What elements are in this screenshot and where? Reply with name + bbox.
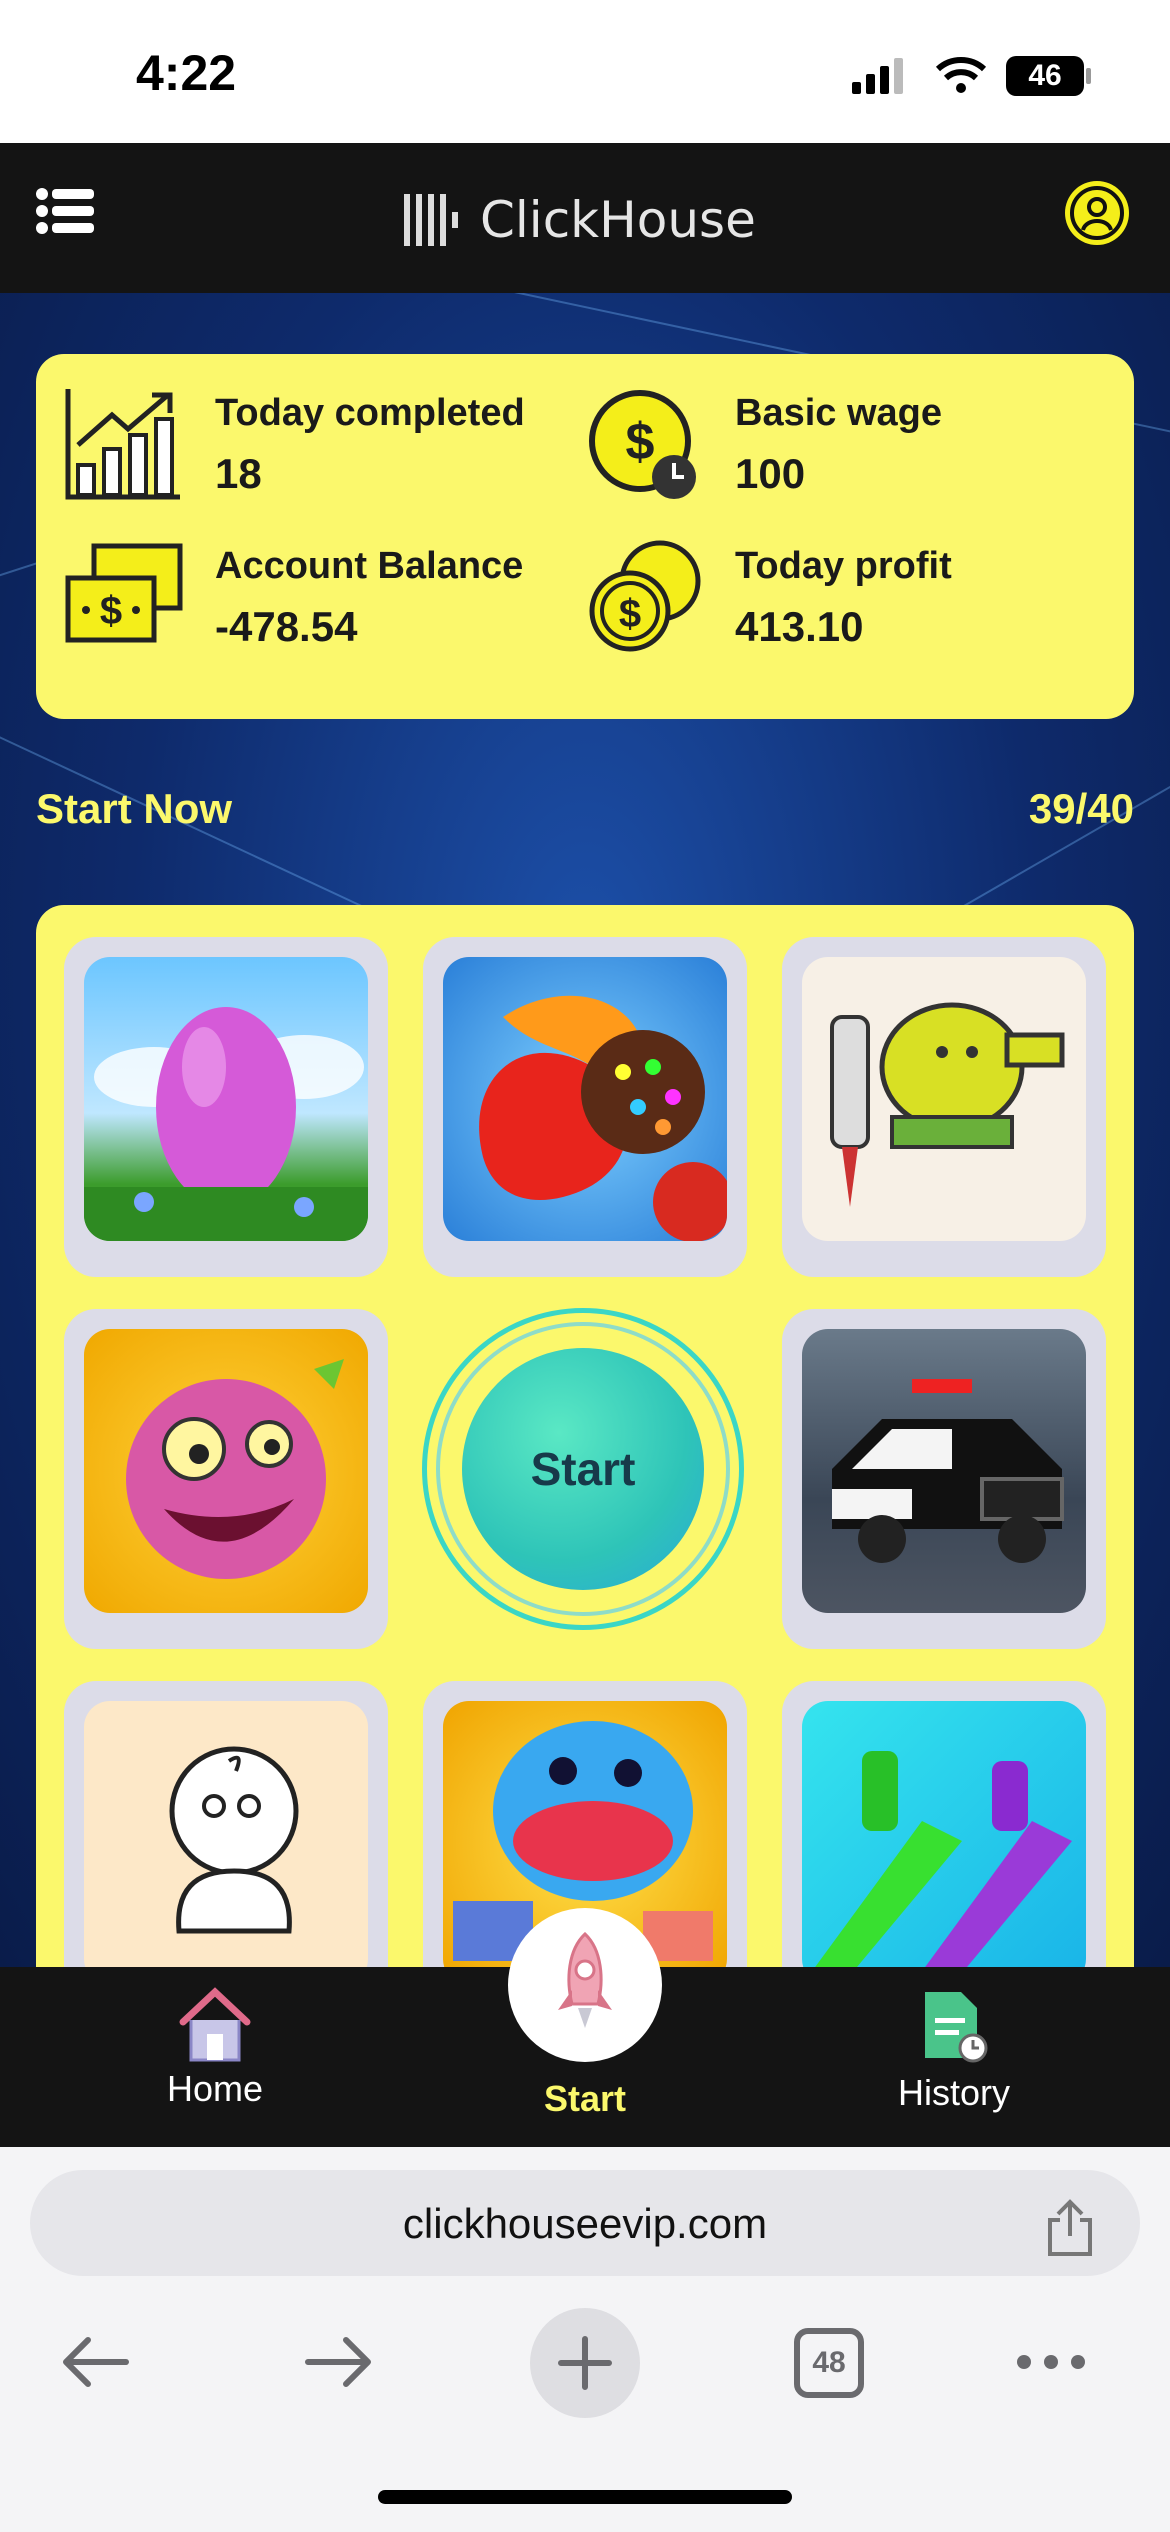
start-now-title: Start Now (36, 785, 233, 832)
today-completed-label: Today completed (215, 392, 525, 434)
game-tile-baby-doodle[interactable] (64, 1681, 388, 1967)
monster-game-icon (84, 1329, 368, 1613)
game-tile-police[interactable] (782, 1309, 1106, 1649)
nav-home[interactable]: Home (138, 1984, 292, 2110)
address-bar-url: clickhouseevip.com (402, 2200, 768, 2247)
history-document-icon (925, 1992, 988, 2063)
battery-level: 46 (1028, 59, 1062, 92)
status-time: 4:22 (136, 45, 237, 101)
plus-icon (558, 2336, 612, 2390)
tab-count: 48 (812, 2346, 846, 2379)
start-button[interactable]: Start (462, 1348, 704, 1590)
game-tile-candy[interactable] (423, 937, 747, 1277)
more-options-icon[interactable] (1016, 2352, 1086, 2372)
account-balance-label: Account Balance (215, 545, 524, 587)
account-balance-value: -478.54 (215, 603, 358, 650)
today-profit-value: 413.10 (735, 603, 864, 650)
forward-arrow-icon[interactable] (304, 2334, 376, 2390)
nav-history[interactable]: History (874, 1988, 1034, 2114)
stairs-game-icon (802, 1701, 1086, 1967)
coins-icon: $ (589, 540, 701, 652)
rocket-icon (558, 1931, 612, 2028)
home-indicator (378, 2490, 792, 2504)
battery-cap (1086, 68, 1091, 84)
nav-start-label: Start (543, 2078, 627, 2119)
home-icon (179, 1987, 251, 2062)
today-profit-label: Today profit (735, 545, 952, 587)
menu-icon[interactable] (36, 188, 96, 234)
task-progress-count: 39/40 (1028, 785, 1134, 832)
svg-text:$: $ (100, 589, 122, 633)
nav-history-label: History (897, 2072, 1010, 2113)
nav-start[interactable]: Start (508, 2078, 662, 2120)
basic-wage-label: Basic wage (735, 392, 942, 434)
game-tile-egg[interactable] (64, 937, 388, 1277)
brand-name: ClickHouse (480, 191, 756, 249)
wage-clock-icon: $ (589, 390, 696, 499)
candy-game-icon (443, 957, 727, 1241)
baby-doodle-game-icon (84, 1701, 368, 1967)
user-avatar-icon[interactable] (1064, 180, 1130, 246)
nav-home-label: Home (166, 2068, 264, 2109)
egg-game-icon (84, 957, 368, 1241)
bar-chart-growth-icon (65, 389, 180, 500)
game-tile-monster[interactable] (64, 1309, 388, 1649)
basic-wage-value: 100 (735, 450, 806, 497)
tabs-button[interactable]: 48 (794, 2328, 864, 2398)
wifi-icon (936, 57, 986, 93)
game-tile-stairs[interactable] (782, 1681, 1106, 1967)
today-completed-value: 18 (215, 450, 262, 497)
cellular-signal-icon (852, 58, 903, 94)
police-car-game-icon (802, 1329, 1086, 1613)
back-arrow-icon[interactable] (58, 2334, 130, 2390)
svg-text:$: $ (626, 413, 655, 471)
clickhouse-logo-icon (404, 194, 458, 246)
share-icon[interactable] (1044, 2198, 1096, 2258)
svg-text:$: $ (619, 592, 641, 636)
brand-logo: ClickHouse (400, 185, 756, 255)
start-button-label: Start (530, 1443, 636, 1495)
battery-icon: 46 (1006, 56, 1084, 96)
game-tile-doodle[interactable] (782, 937, 1106, 1277)
doodle-game-icon (802, 957, 1086, 1241)
cash-stack-icon: $ (65, 543, 183, 643)
